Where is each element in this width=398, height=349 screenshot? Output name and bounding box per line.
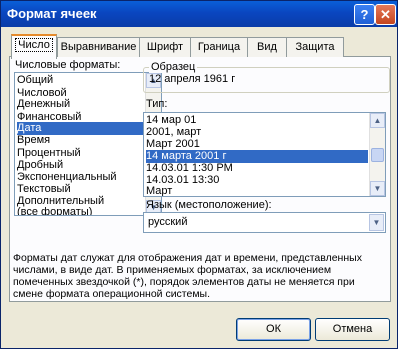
type-label: Тип: (146, 98, 168, 110)
list-item[interactable]: (все форматы) (17, 206, 92, 215)
format-description: Форматы дат служат для отображения дат и… (13, 252, 362, 300)
list-item[interactable]: Март (146, 185, 172, 196)
tab-alignment[interactable]: Выравнивание (57, 37, 140, 57)
cancel-button[interactable]: Отмена (315, 318, 390, 341)
sample-value: 12 апреля 1961 г (149, 73, 236, 85)
format-cells-dialog: Формат ячеек ? ✕ Число Выравнивание Шриф… (0, 0, 398, 349)
type-list[interactable]: 14 мар 01 2001, март Март 2001 14 марта … (143, 112, 386, 197)
list-item[interactable]: Общий (17, 74, 53, 87)
tab-font[interactable]: Шрифт (139, 37, 191, 57)
close-button[interactable]: ✕ (375, 4, 396, 25)
list-item[interactable]: Время (17, 134, 50, 147)
tab-view[interactable]: Вид (247, 37, 287, 57)
locale-value: русский (148, 216, 188, 228)
help-button[interactable]: ? (354, 4, 375, 25)
type-scrollbar[interactable]: ▲ ▼ (369, 113, 385, 196)
locale-select[interactable]: русский ▼ (143, 212, 386, 233)
title-bar[interactable]: Формат ячеек ? ✕ (1, 1, 397, 27)
categories-label: Числовые форматы: (15, 59, 121, 71)
scroll-down-icon[interactable]: ▼ (370, 181, 385, 196)
window-title: Формат ячеек (7, 6, 97, 21)
locale-label: Язык (местоположение): (146, 199, 272, 211)
tab-number[interactable]: Число (11, 34, 57, 59)
tab-protection[interactable]: Защита (286, 37, 344, 57)
ok-button[interactable]: ОК (236, 318, 311, 341)
scroll-thumb[interactable] (371, 148, 384, 162)
sample-label: Образец (149, 61, 198, 73)
scroll-up-icon[interactable]: ▲ (370, 113, 385, 128)
categories-list[interactable]: Общий Числовой Денежный Финансовый Дата … (14, 72, 162, 216)
chevron-down-icon[interactable]: ▼ (369, 214, 384, 231)
tab-label: Число (15, 38, 53, 52)
list-item[interactable]: Денежный (17, 98, 70, 111)
tab-border[interactable]: Граница (190, 37, 248, 57)
